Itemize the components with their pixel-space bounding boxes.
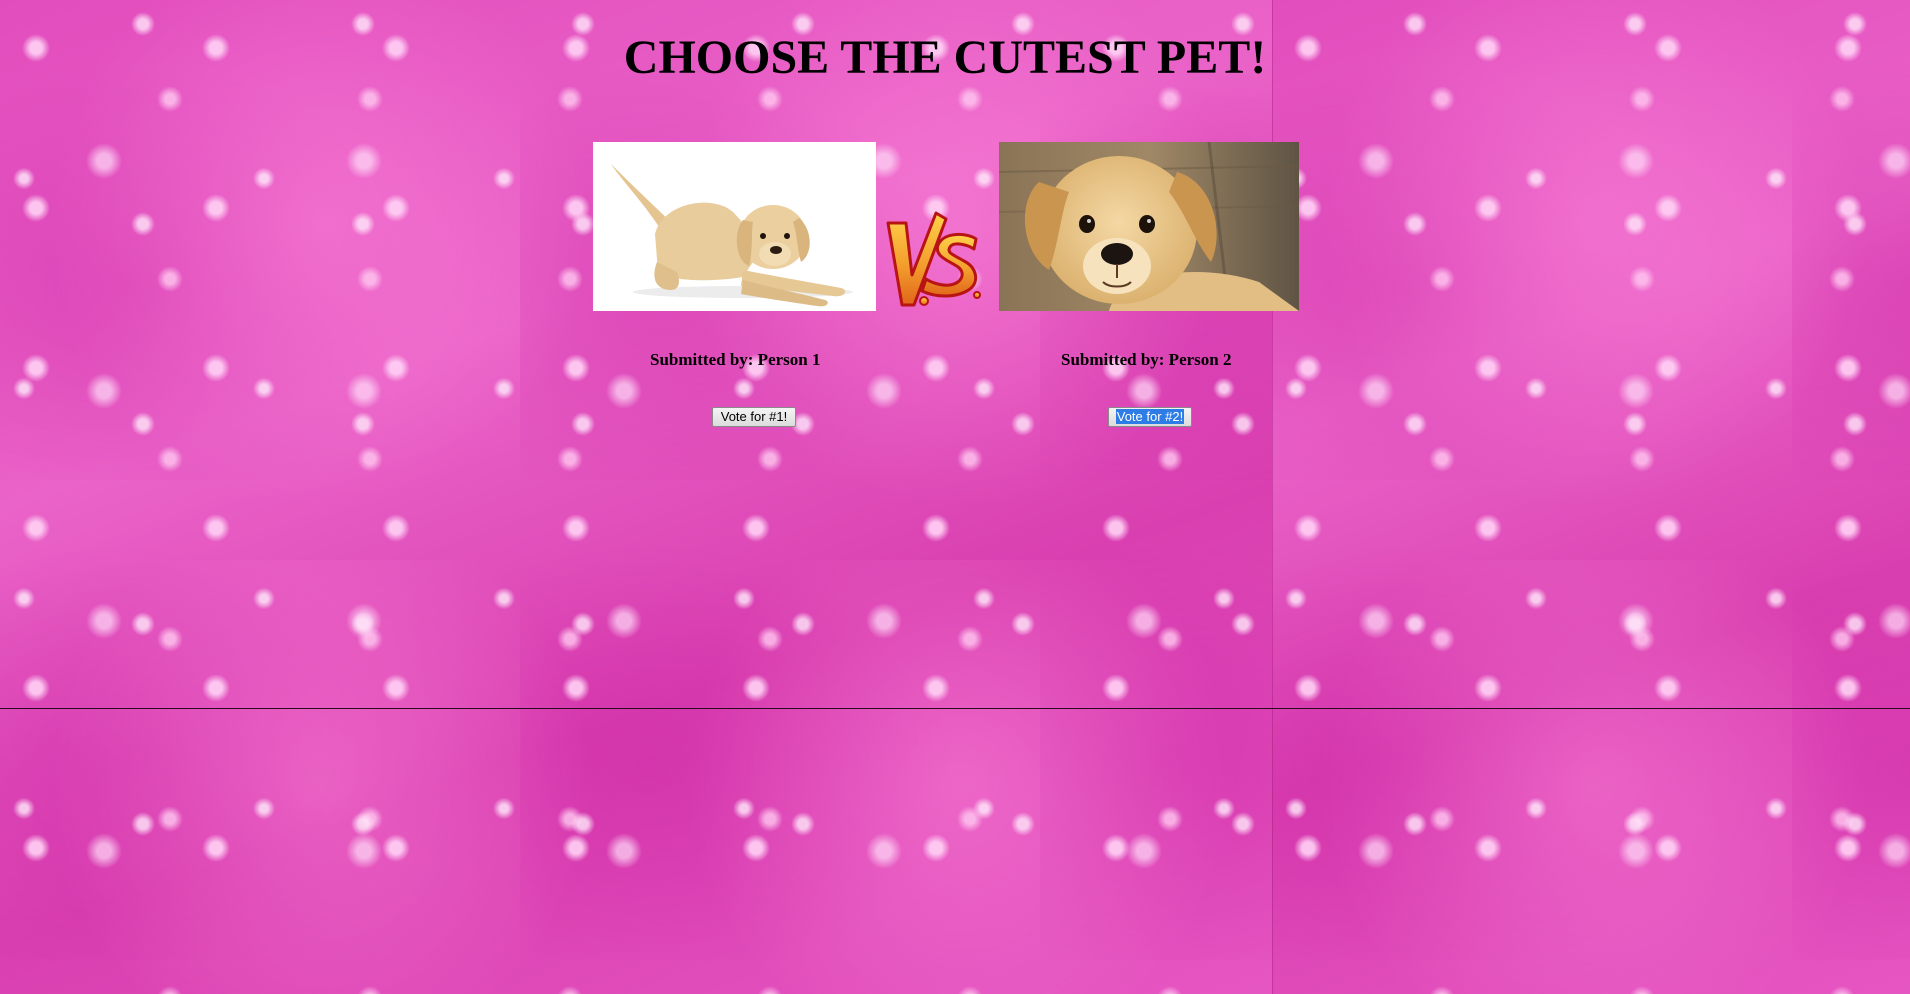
horizontal-divider (0, 708, 1910, 709)
puppy-stretching-illustration (593, 142, 876, 311)
vs-icon (886, 211, 981, 307)
submitted-by-person-2: Submitted by: Person 2 (1061, 350, 1232, 369)
puppy-face-photo (999, 142, 1299, 311)
submitted-by-person-1: Submitted by: Person 1 (650, 350, 821, 369)
page-title: CHOOSE THE CUTEST PET! (623, 31, 1267, 84)
pet-1-image (593, 142, 876, 311)
versus-graphic (880, 205, 985, 315)
background-tile-right (1272, 0, 1910, 994)
vote-for-2-button[interactable]: Vote for #2! (1108, 407, 1192, 427)
pet-2-image (999, 142, 1299, 311)
vote-for-2-label: Vote for #2! (1115, 409, 1185, 424)
sparkle-background (0, 0, 1910, 994)
vote-for-1-button[interactable]: Vote for #1! (712, 407, 796, 427)
